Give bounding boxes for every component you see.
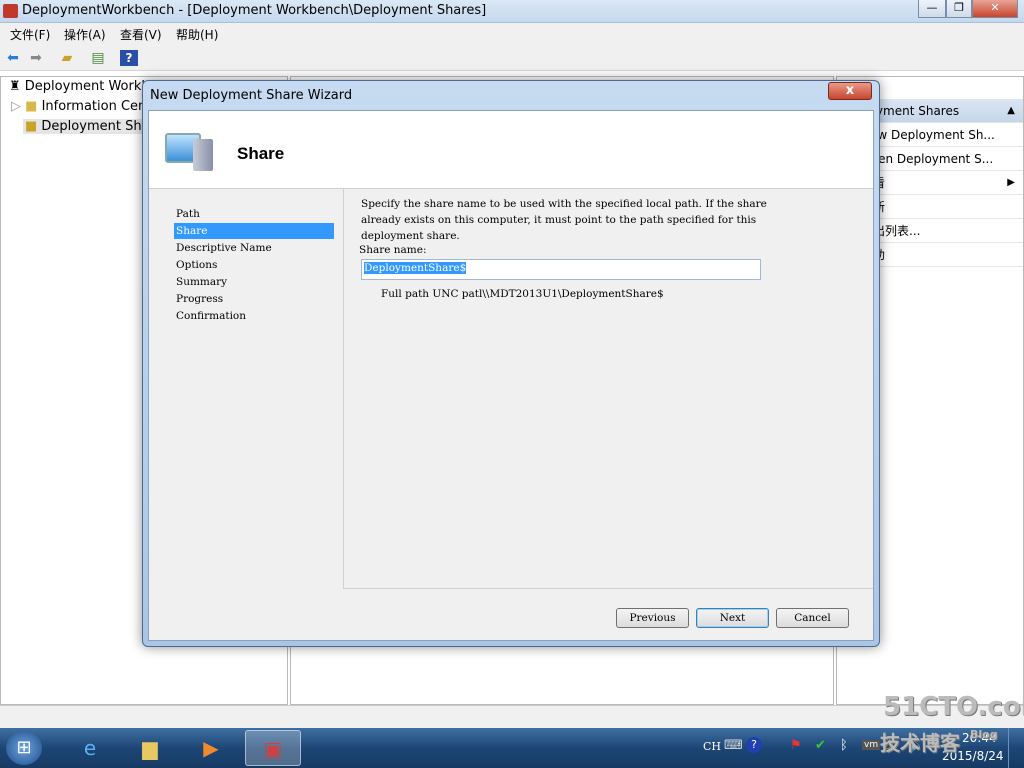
- submenu-arrow-icon: ▶: [1007, 177, 1015, 188]
- step-summary[interactable]: Summary: [174, 274, 334, 290]
- step-descriptive-name[interactable]: Descriptive Name: [174, 240, 334, 256]
- status-bar: [0, 705, 1024, 728]
- step-path[interactable]: Path: [174, 206, 334, 222]
- taskbar: ⊞ e ▆ ▶ ▣ CH ⌨ ? ⚑ ✔ ᛒ vm ⚠ 🔈 20:44 2015…: [0, 728, 1024, 768]
- step-options[interactable]: Options: [174, 257, 334, 273]
- taskbar-deployment-workbench[interactable]: ▣: [245, 730, 301, 766]
- unc-path-text: Full path UNC patl\\MDT2013U1\Deployment…: [381, 288, 664, 300]
- folder-icon: ■: [25, 119, 42, 134]
- previous-button[interactable]: Previous: [616, 608, 689, 628]
- menu-action[interactable]: 操作(A): [64, 26, 106, 43]
- taskbar-explorer-icon[interactable]: ▆: [122, 730, 178, 766]
- menu-bar: 文件(F) 操作(A) 查看(V) 帮助(H): [0, 23, 1024, 45]
- wizard-header: Share: [149, 111, 873, 189]
- menu-file[interactable]: 文件(F): [10, 26, 50, 43]
- app-toolbox-icon: [3, 4, 18, 18]
- step-confirmation[interactable]: Confirmation: [174, 308, 334, 324]
- title-bar: DeploymentWorkbench - [Deployment Workbe…: [0, 0, 1024, 23]
- step-progress[interactable]: Progress: [174, 291, 334, 307]
- help-tray-icon[interactable]: ?: [746, 737, 762, 753]
- close-button[interactable]: ✕: [972, 0, 1018, 18]
- share-name-input[interactable]: DeploymentShare$: [361, 259, 761, 280]
- wizard-button-bar: Previous Next Cancel: [343, 590, 873, 640]
- next-button[interactable]: Next: [696, 608, 769, 628]
- computer-tower-icon: [193, 139, 213, 171]
- maximize-button[interactable]: ❐: [946, 0, 972, 18]
- wizard-steps: Path Share Descriptive Name Options Summ…: [149, 189, 343, 640]
- toolbar: ⬅ ➡ ▰ ▤ ?: [0, 45, 1024, 71]
- bluetooth-icon[interactable]: ᛒ: [840, 738, 848, 753]
- action-center-flag-icon[interactable]: ⚑: [790, 738, 802, 753]
- show-desktop-button[interactable]: [1008, 728, 1024, 768]
- folder-icon: ■: [25, 99, 42, 114]
- vmware-icon[interactable]: vm: [862, 740, 881, 750]
- workbench-icon: ♜: [9, 79, 25, 94]
- wizard-client: Share Path Share Descriptive Name Option…: [148, 110, 874, 641]
- menu-view[interactable]: 查看(V): [120, 26, 162, 43]
- start-button[interactable]: ⊞: [6, 731, 42, 765]
- taskbar-ie-icon[interactable]: e: [62, 730, 118, 766]
- share-name-label: Share name:: [359, 244, 427, 256]
- dialog-close-button[interactable]: x: [828, 82, 872, 100]
- safely-remove-icon[interactable]: ✔: [815, 738, 826, 753]
- description-line: already exists on this computer, it must…: [361, 214, 757, 226]
- taskbar-media-player-icon[interactable]: ▶: [183, 730, 239, 766]
- window-title: DeploymentWorkbench - [Deployment Workbe…: [22, 3, 487, 18]
- watermark-blog-cn: 技术博客: [880, 731, 960, 755]
- dialog-title: New Deployment Share Wizard: [150, 88, 353, 103]
- description-line: deployment share.: [361, 230, 460, 242]
- description-line: Specify the share name to be used with t…: [361, 198, 767, 210]
- cancel-button[interactable]: Cancel: [776, 608, 849, 628]
- minimize-button[interactable]: —: [918, 0, 946, 18]
- up-folder-icon[interactable]: ▰: [58, 50, 76, 66]
- language-indicator[interactable]: CH: [703, 740, 721, 753]
- new-deployment-share-wizard: New Deployment Share Wizard x Share Path…: [142, 80, 880, 647]
- keyboard-icon[interactable]: ⌨: [724, 738, 743, 753]
- help-icon[interactable]: ?: [120, 50, 138, 66]
- wizard-page-title: Share: [237, 144, 285, 163]
- menu-help[interactable]: 帮助(H): [176, 26, 218, 43]
- wizard-content: Specify the share name to be used with t…: [343, 189, 873, 589]
- export-list-icon[interactable]: ▤: [89, 50, 107, 66]
- step-share[interactable]: Share: [174, 223, 334, 239]
- collapse-arrow-icon[interactable]: ▲: [1007, 99, 1015, 122]
- watermark-51cto: 51CTO.com: [883, 692, 1024, 722]
- expand-arrow-icon[interactable]: ▷: [11, 99, 25, 114]
- back-arrow-icon[interactable]: ⬅: [4, 50, 22, 66]
- watermark-blog: Blog: [970, 728, 998, 741]
- forward-arrow-icon[interactable]: ➡: [27, 50, 45, 66]
